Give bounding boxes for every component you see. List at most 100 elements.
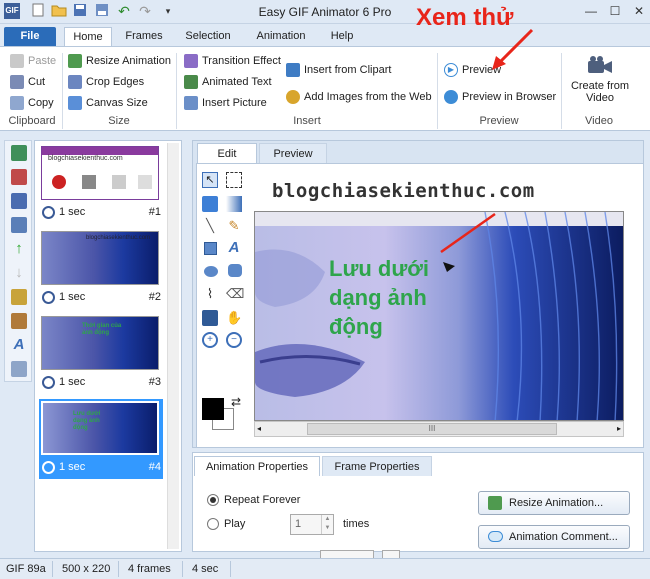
text-tool-icon[interactable]: A <box>226 240 242 256</box>
ellipse-icon[interactable] <box>204 266 218 277</box>
resize-icon <box>488 496 502 510</box>
tab-preview[interactable]: Preview <box>259 143 327 163</box>
frame-item-4[interactable]: Lưu dưới dạng ảnh động 1 sec #4 <box>39 399 163 479</box>
paste-label: Paste <box>28 55 57 67</box>
web-icon <box>286 90 300 105</box>
layers-icon[interactable] <box>11 361 27 377</box>
scroll-right-icon[interactable]: ▸ <box>617 424 621 433</box>
clock-icon <box>42 376 55 389</box>
frame-settings-icon[interactable] <box>11 217 27 233</box>
brush-icon[interactable] <box>11 313 27 329</box>
image-canvas[interactable]: Lưu dưới dạng ảnh động <box>254 211 624 421</box>
frame-thumbnail: blogchiasekienthuc.com <box>41 146 159 200</box>
eyedropper-icon[interactable]: ⌇ <box>202 286 218 302</box>
gradient-icon[interactable] <box>226 196 242 212</box>
canvas-label: Canvas Size <box>86 97 148 109</box>
ribbon-divider <box>561 53 562 129</box>
paste-icon <box>10 54 24 69</box>
rounded-rect-icon[interactable] <box>228 264 242 277</box>
repeat-forever-radio[interactable] <box>207 494 219 506</box>
picture-icon <box>184 96 198 111</box>
marquee-icon[interactable] <box>226 172 242 188</box>
frame-thumbnail: Thời gian của ảnh động <box>41 316 159 370</box>
delay-stepper[interactable] <box>382 550 400 558</box>
move-down-icon[interactable]: ↓ <box>11 265 27 281</box>
eraser-icon[interactable]: ⌫ <box>226 286 244 302</box>
scroll-thumb[interactable]: III <box>307 423 557 435</box>
foreground-color-swatch[interactable] <box>202 398 224 420</box>
copy-button[interactable]: Copy <box>10 94 54 112</box>
select-arrow-icon[interactable]: ↖ <box>202 172 218 188</box>
transform-icon[interactable] <box>202 310 218 326</box>
preview-in-browser-button[interactable]: Preview in Browser <box>444 88 556 106</box>
tab-help[interactable]: Help <box>322 27 362 46</box>
group-preview: Preview <box>479 115 519 127</box>
frame-item-1[interactable]: blogchiasekienthuc.com 1 sec #1 <box>39 144 163 224</box>
tab-home[interactable]: Home <box>64 27 112 46</box>
fill-icon[interactable] <box>202 196 218 212</box>
frame-number: #3 <box>148 376 161 388</box>
scroll-left-icon[interactable]: ◂ <box>257 424 261 433</box>
text-tool-icon[interactable]: A <box>11 337 27 353</box>
frame-duration: 1 sec <box>59 376 86 388</box>
paste-button[interactable]: Paste <box>10 52 56 70</box>
maximize-icon[interactable]: ☐ <box>604 2 626 20</box>
play-label: Play <box>224 518 246 530</box>
close-icon[interactable]: ✕ <box>628 2 650 20</box>
move-up-icon[interactable]: ↑ <box>11 241 27 257</box>
add-frame-icon[interactable] <box>11 145 27 161</box>
thumb-text: Thời gian của ảnh động <box>82 323 122 336</box>
pencil-icon[interactable]: ✎ <box>226 218 242 234</box>
cut-button[interactable]: Cut <box>10 73 45 91</box>
frame-item-3[interactable]: Thời gian của ảnh động 1 sec #3 <box>39 314 163 394</box>
duplicate-frame-icon[interactable] <box>11 193 27 209</box>
image-edit-icon[interactable] <box>11 289 27 305</box>
insert-clipart-button[interactable]: Insert from Clipart <box>286 61 391 79</box>
transition-effect-button[interactable]: Transition Effect <box>184 52 281 70</box>
annotation-arrow <box>492 28 534 70</box>
thumb-text: Lưu dưới dạng ảnh động <box>73 411 101 431</box>
clipart-icon <box>286 63 300 78</box>
add-images-web-button[interactable]: Add Images from the Web <box>286 88 432 106</box>
tab-edit[interactable]: Edit <box>197 143 257 163</box>
status-bar: GIF 89a 500 x 220 4 frames 4 sec <box>0 558 650 579</box>
frame-item-2[interactable]: blogchiasekienthuc.com 1 sec #2 <box>39 229 163 309</box>
play-count-stepper[interactable]: 1 ▲ ▼ <box>290 514 334 535</box>
line-icon[interactable]: ╲ <box>202 218 218 234</box>
tab-selection[interactable]: Selection <box>178 27 238 46</box>
insert-picture-button[interactable]: Insert Picture <box>184 94 267 112</box>
minimize-icon[interactable]: — <box>580 2 602 20</box>
clipart-label: Insert from Clipart <box>304 64 392 76</box>
frame-thumbnail: blogchiasekienthuc.com <box>41 231 159 285</box>
resize-animation-button[interactable]: Resize Animation <box>68 52 171 70</box>
group-insert: Insert <box>293 115 321 127</box>
frame-list-scrollbar[interactable] <box>167 143 179 549</box>
zoom-out-icon[interactable]: − <box>226 332 242 348</box>
canvas-size-button[interactable]: Canvas Size <box>68 94 148 112</box>
animated-text-label: Animated Text <box>202 76 272 88</box>
stepper-arrows-icon[interactable]: ▲ ▼ <box>321 515 333 534</box>
tab-file[interactable]: File <box>4 27 56 46</box>
tab-frame-properties[interactable]: Frame Properties <box>322 456 432 476</box>
window-title: Easy GIF Animator 6 Pro <box>258 5 392 19</box>
tab-animation-properties[interactable]: Animation Properties <box>194 456 320 476</box>
crop-edges-button[interactable]: Crop Edges <box>68 73 144 91</box>
delay-field[interactable] <box>320 550 374 558</box>
swap-colors-icon[interactable]: ⇄ <box>231 395 241 409</box>
tab-frames[interactable]: Frames <box>120 27 168 46</box>
rectangle-icon[interactable] <box>204 242 217 255</box>
text-icon <box>184 75 198 90</box>
delete-frame-icon[interactable] <box>11 169 27 185</box>
canvas-hscrollbar[interactable]: ◂ III ▸ <box>254 421 624 437</box>
zoom-in-icon[interactable]: + <box>202 332 218 348</box>
create-from-video-button[interactable]: Create from Video <box>568 53 632 109</box>
resize-animation-button[interactable]: Resize Animation... <box>478 491 630 515</box>
animation-comment-button[interactable]: Animation Comment... <box>478 525 630 549</box>
hand-icon[interactable]: ✋ <box>226 310 242 326</box>
play-count-value: 1 <box>295 518 302 530</box>
tab-animation[interactable]: Animation <box>248 27 314 46</box>
copy-icon <box>10 96 24 111</box>
play-radio[interactable] <box>207 518 219 530</box>
animated-text-button[interactable]: Animated Text <box>184 73 272 91</box>
ribbon-divider <box>62 53 63 129</box>
